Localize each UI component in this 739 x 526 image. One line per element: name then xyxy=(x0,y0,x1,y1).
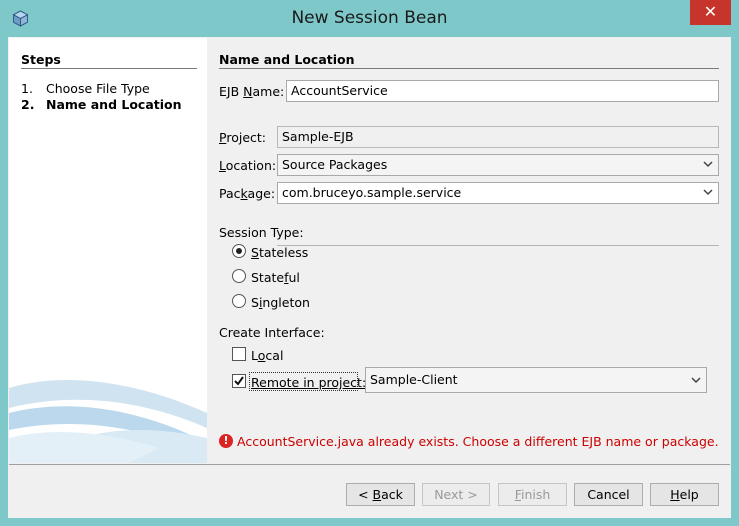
location-label: Location: xyxy=(219,158,277,173)
checkmark-icon xyxy=(234,376,244,386)
chevron-down-icon xyxy=(703,189,713,196)
help-button[interactable]: Help xyxy=(650,483,719,506)
chevron-down-icon xyxy=(703,161,713,168)
close-icon: ✕ xyxy=(703,2,718,21)
create-interface-label: Create Interface: xyxy=(219,325,325,340)
step-item-2: 2. Name and Location xyxy=(21,97,182,112)
remote-project-value: Sample-Client xyxy=(370,372,458,387)
error-message: AccountService.java already exists. Choo… xyxy=(237,434,719,449)
title-bar[interactable]: New Session Bean ✕ xyxy=(0,0,739,36)
form-pane: Name and Location EJB Name: AccountServi… xyxy=(207,38,730,463)
remote-label[interactable]: Remote in project: xyxy=(251,375,366,390)
cancel-button[interactable]: Cancel xyxy=(574,483,643,506)
steps-pane: Steps 1. Choose File Type 2. Name and Loca… xyxy=(9,38,207,463)
ejb-name-field[interactable]: AccountService xyxy=(286,80,719,102)
close-button[interactable]: ✕ xyxy=(690,0,731,25)
step-number: 2. xyxy=(21,97,35,112)
dialog-body: Steps 1. Choose File Type 2. Name and Loca… xyxy=(8,37,731,518)
window-title: New Session Bean xyxy=(291,8,448,28)
package-combobox[interactable]: com.bruceyo.sample.service xyxy=(277,182,719,204)
project-label: Project: xyxy=(219,130,266,145)
next-button[interactable]: Next > xyxy=(422,483,490,506)
dialog-window: New Session Bean ✕ Steps 1. Choose File T… xyxy=(0,0,739,526)
steps-title: Steps xyxy=(21,52,61,67)
step-number: 1. xyxy=(21,81,33,96)
session-type-label: Session Type: xyxy=(219,225,304,240)
back-button[interactable]: < Back xyxy=(346,483,415,506)
step-item-1: 1. Choose File Type xyxy=(21,81,150,96)
singleton-label[interactable]: Singleton xyxy=(251,295,310,310)
form-divider xyxy=(277,245,719,246)
singleton-radio[interactable] xyxy=(232,294,246,308)
radio-selected-dot xyxy=(236,248,242,254)
ejb-name-label: EJB Name: xyxy=(219,84,285,99)
stateful-radio[interactable] xyxy=(232,269,246,283)
stateless-radio[interactable] xyxy=(232,244,246,258)
section-divider xyxy=(219,68,719,69)
local-checkbox[interactable] xyxy=(232,347,246,361)
local-label[interactable]: Local xyxy=(251,348,283,363)
section-title: Name and Location xyxy=(219,52,355,67)
chevron-down-icon xyxy=(691,377,701,384)
steps-divider xyxy=(21,68,197,69)
remote-project-dropdown[interactable]: Sample-Client xyxy=(365,367,707,393)
step-label: Name and Location xyxy=(46,97,182,112)
step-label: Choose File Type xyxy=(46,81,150,96)
location-dropdown[interactable]: Source Packages xyxy=(277,154,719,176)
finish-button[interactable]: Finish xyxy=(498,483,567,506)
decorative-swoosh-graphic xyxy=(9,380,207,463)
button-bar-divider xyxy=(9,464,730,465)
error-icon: ! xyxy=(219,434,233,448)
stateless-label[interactable]: Stateless xyxy=(251,245,308,260)
project-field: Sample-EJB xyxy=(277,126,719,148)
location-value: Source Packages xyxy=(282,157,388,172)
remote-checkbox[interactable] xyxy=(232,374,246,388)
stateful-label[interactable]: Stateful xyxy=(251,270,300,285)
package-value: com.bruceyo.sample.service xyxy=(282,185,462,200)
package-label: Package: xyxy=(219,186,276,201)
